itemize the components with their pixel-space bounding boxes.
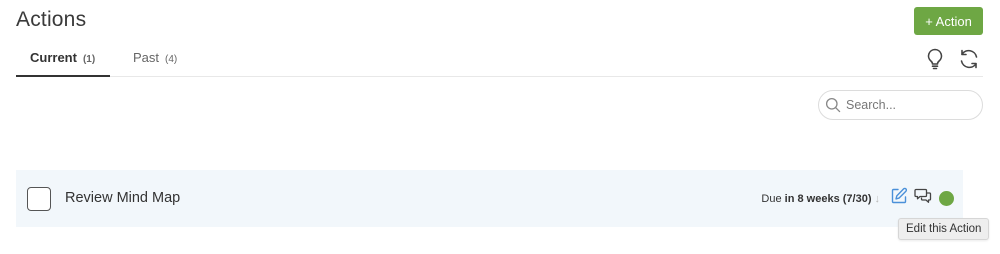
search-icon	[825, 97, 841, 113]
action-checkbox[interactable]	[27, 187, 51, 211]
tab-past-count: (4)	[165, 54, 178, 65]
search-input[interactable]	[846, 98, 976, 112]
due-prefix: Due	[761, 193, 782, 205]
status-indicator[interactable]	[939, 191, 954, 206]
refresh-icon[interactable]	[957, 47, 981, 71]
comments-icon[interactable]	[914, 187, 932, 205]
tab-past[interactable]: Past (4)	[133, 50, 177, 77]
tab-current-count: (1)	[82, 54, 96, 65]
due-date: Due in 8 weeks (7/30) ↓	[761, 193, 880, 205]
due-sort-arrow: ↓	[874, 193, 881, 205]
tab-bar: Current (1) Past (4)	[16, 50, 983, 77]
lightbulb-icon[interactable]	[924, 47, 946, 71]
action-row[interactable]: Review Mind Map Due in 8 weeks (7/30) ↓	[16, 170, 963, 227]
add-action-button[interactable]: + Action	[914, 7, 983, 35]
action-title[interactable]: Review Mind Map	[65, 190, 180, 206]
search-box	[818, 90, 983, 120]
due-relative: in 8 weeks (7/30)	[784, 193, 872, 205]
tab-past-label: Past	[133, 50, 160, 65]
page-title: Actions	[16, 8, 87, 31]
edit-icon[interactable]	[890, 187, 908, 205]
tab-current-label: Current	[30, 50, 77, 65]
tooltip: Edit this Action	[898, 218, 990, 240]
tab-current[interactable]: Current (1)	[16, 50, 110, 77]
